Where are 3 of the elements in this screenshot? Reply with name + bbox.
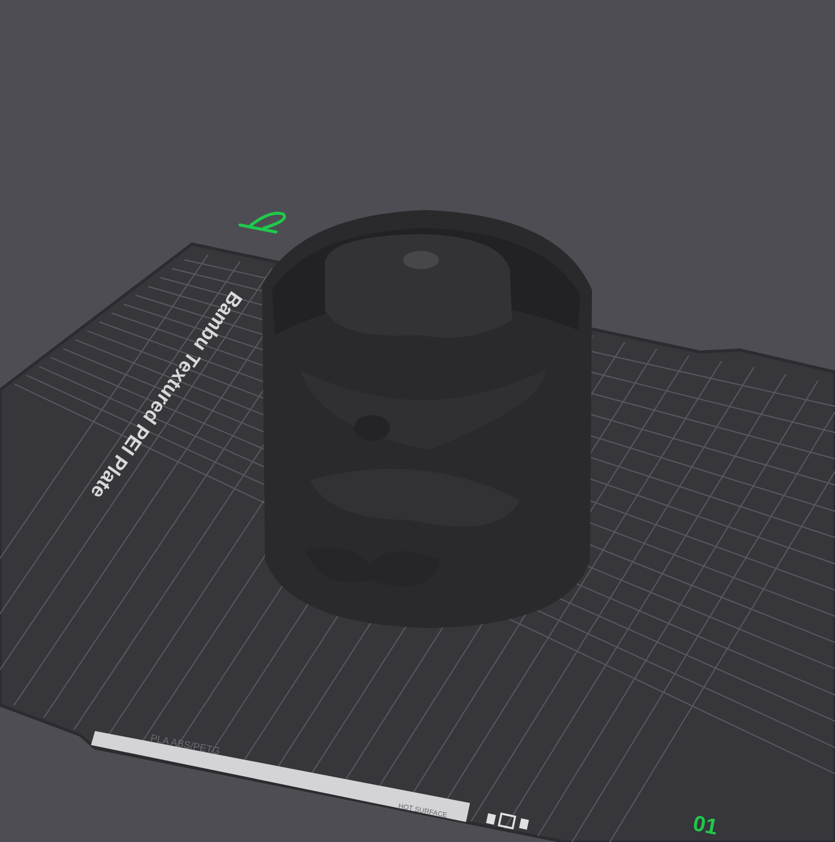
- axis-marker-icon: [238, 212, 286, 234]
- plate-symbols-icon: [486, 812, 529, 830]
- plate-number: 01: [691, 810, 720, 840]
